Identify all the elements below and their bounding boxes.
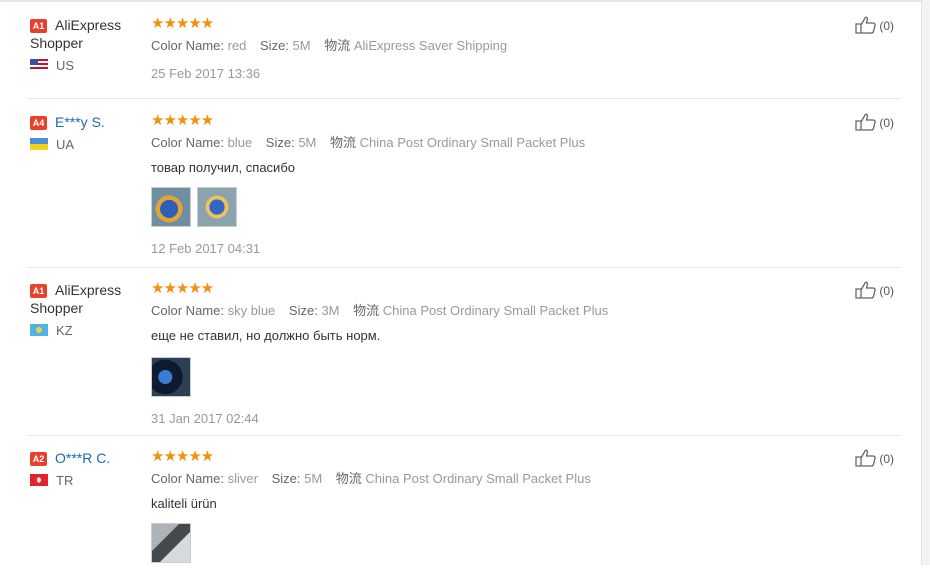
review-photo-thumbnail[interactable] [151, 187, 191, 227]
review-divider [28, 435, 900, 436]
tr-flag-icon [30, 474, 48, 486]
thumbs-up-icon [855, 281, 877, 299]
size-value: 5M [304, 471, 323, 486]
order-info: Color Name: red Size: 5M 物流 AliExpress S… [151, 38, 801, 54]
thumbs-up-icon [855, 113, 877, 131]
us-flag-icon [30, 59, 48, 71]
country-code: UA [56, 137, 75, 152]
country-code: KZ [56, 323, 73, 338]
buyer-name-row: A2 O***R C. [30, 449, 140, 467]
color-value: blue [227, 135, 253, 150]
buyer-name-row: A4 E***y S. [30, 113, 140, 131]
review-divider [28, 98, 900, 99]
color-label: Color Name: [151, 303, 224, 318]
buyer-info: A1 AliExpress Shopper KZ [30, 281, 140, 339]
star-rating: ★★★★★ [151, 112, 214, 129]
shipping-label: 物流 [353, 303, 380, 318]
size-label: Size: [265, 135, 295, 150]
buyer-country: US [30, 58, 140, 74]
buyer-name-row: A1 AliExpress Shopper [30, 16, 140, 52]
star-rating: ★★★★★ [151, 448, 214, 465]
review-date: 31 Jan 2017 02:44 [151, 411, 259, 426]
size-value: 3M [321, 303, 340, 318]
review-content: ★★★★★ Color Name: sliver Size: 5M 物流 Chi… [151, 449, 801, 563]
buyer-info: A4 E***y S. UA [30, 113, 140, 153]
review-photo-thumbnail[interactable] [197, 187, 237, 227]
buyer-country: KZ [30, 323, 140, 339]
order-info: Color Name: sliver Size: 5M 物流 China Pos… [151, 471, 801, 487]
ua-flag-icon [30, 138, 48, 150]
buyer-name[interactable]: O***R C. [55, 450, 110, 466]
country-code: TR [56, 473, 74, 488]
color-label: Color Name: [151, 471, 224, 486]
thumbs-up-icon [855, 449, 877, 467]
review-content: ★★★★★ Color Name: sky blue Size: 3M 物流 C… [151, 281, 801, 427]
review-date: 25 Feb 2017 13:36 [151, 66, 261, 81]
buyer-country: UA [30, 137, 140, 153]
scrollbar-track[interactable] [921, 0, 930, 565]
review-feed: A1 AliExpress Shopper US ★★★★★ Color Name… [0, 0, 922, 565]
star-rating: ★★★★★ [151, 15, 214, 32]
color-value: red [227, 38, 247, 53]
review-photo-thumbnail[interactable] [151, 357, 191, 397]
order-info: Color Name: sky blue Size: 3M 物流 China P… [151, 303, 801, 319]
size-label: Size: [260, 38, 289, 53]
color-label: Color Name: [151, 135, 224, 150]
color-value: sky blue [227, 303, 276, 318]
shipping-label: 物流 [324, 38, 351, 53]
useful-count: (0) [879, 116, 894, 130]
buyer-name-row: A1 AliExpress Shopper [30, 281, 140, 317]
shipping-value: China Post Ordinary Small Packet Plus [365, 471, 591, 486]
review-photos [151, 523, 801, 563]
color-value: sliver [227, 471, 258, 486]
review-text: kaliteli ürün [151, 496, 217, 511]
buyer-level-badge: A1 [30, 19, 47, 33]
useful-button[interactable]: (0) [855, 113, 894, 131]
shipping-label: 物流 [330, 135, 357, 150]
size-value: 5M [298, 135, 317, 150]
useful-button[interactable]: (0) [855, 449, 894, 467]
buyer-name[interactable]: E***y S. [55, 114, 105, 130]
useful-button[interactable]: (0) [855, 16, 894, 34]
review-photos [151, 357, 801, 397]
thumbs-up-icon [855, 16, 877, 34]
review-date: 12 Feb 2017 04:31 [151, 241, 261, 256]
buyer-info: A1 AliExpress Shopper US [30, 16, 140, 74]
review-divider [28, 267, 900, 268]
buyer-info: A2 O***R C. TR [30, 449, 140, 489]
review-text: еще не ставил, но должно быть норм. [151, 328, 381, 343]
buyer-level-badge: A2 [30, 452, 47, 466]
useful-count: (0) [879, 284, 894, 298]
size-value: 5M [292, 38, 311, 53]
color-label: Color Name: [151, 38, 224, 53]
star-rating: ★★★★★ [151, 280, 214, 297]
review-content: ★★★★★ Color Name: blue Size: 5M 物流 China… [151, 113, 801, 257]
shipping-value: AliExpress Saver Shipping [353, 38, 508, 53]
buyer-country: TR [30, 473, 140, 489]
useful-count: (0) [879, 452, 894, 466]
useful-count: (0) [879, 19, 894, 33]
kz-flag-icon [30, 324, 48, 336]
shipping-label: 物流 [335, 471, 362, 486]
size-label: Size: [288, 303, 318, 318]
size-label: Size: [271, 471, 301, 486]
shipping-value: China Post Ordinary Small Packet Plus [382, 303, 609, 318]
buyer-level-badge: A1 [30, 284, 47, 298]
review-text: товар получил, спасибо [151, 160, 295, 175]
review-content: ★★★★★ Color Name: red Size: 5M 物流 AliExp… [151, 16, 801, 82]
buyer-level-badge: A4 [30, 116, 47, 130]
country-code: US [56, 58, 75, 73]
review-photo-thumbnail[interactable] [151, 523, 191, 563]
order-info: Color Name: blue Size: 5M 物流 China Post … [151, 135, 801, 151]
review-photos [151, 187, 801, 227]
useful-button[interactable]: (0) [855, 281, 894, 299]
shipping-value: China Post Ordinary Small Packet Plus [359, 135, 586, 150]
